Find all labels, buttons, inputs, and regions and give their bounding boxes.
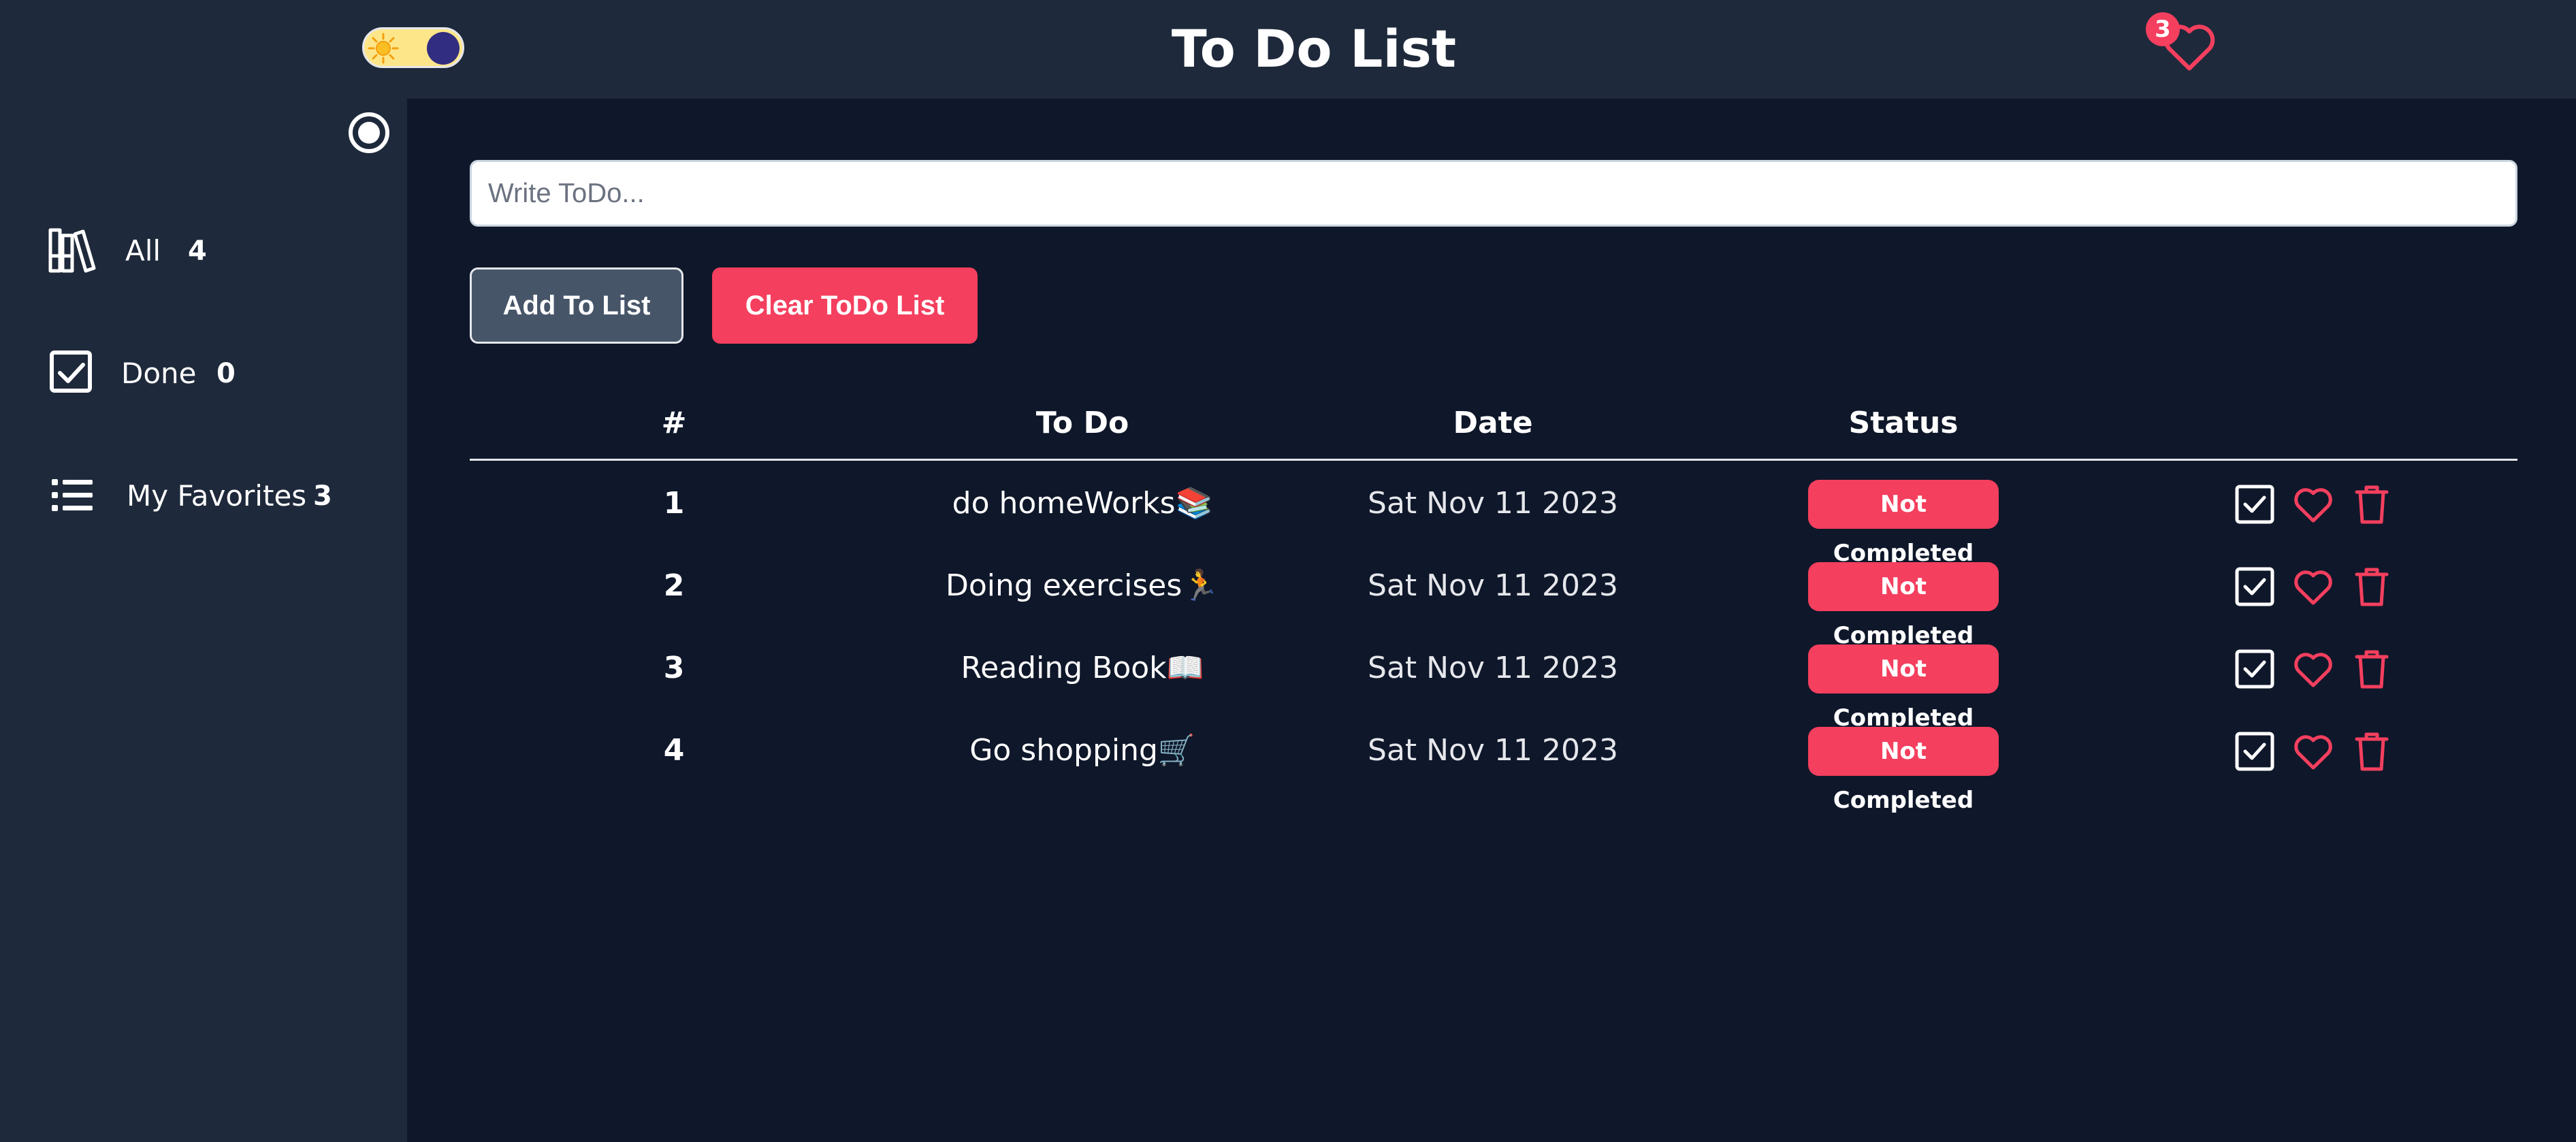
table-header-divider: [470, 459, 2517, 461]
status-badge: Not Completed: [1808, 727, 1999, 814]
todo-date: Sat Nov 11 2023: [1368, 486, 1618, 521]
favorite-heart-icon[interactable]: [2290, 564, 2336, 610]
mark-done-checkbox-icon[interactable]: [2232, 564, 2278, 610]
mark-done-checkbox-icon[interactable]: [2232, 481, 2278, 527]
sidebar-item-count: 0: [216, 358, 236, 389]
column-header-status: Status: [1848, 406, 1959, 440]
clear-todo-list-button[interactable]: Clear ToDo List: [712, 267, 978, 344]
mark-done-checkbox-icon[interactable]: [2232, 646, 2278, 692]
favorites-count-badge: 3: [2146, 12, 2180, 46]
trash-icon[interactable]: [2349, 564, 2395, 610]
trash-icon[interactable]: [2349, 481, 2395, 527]
todo-text: Go shopping🛒: [969, 733, 1195, 768]
favorite-heart-icon[interactable]: [2290, 646, 2336, 692]
todo-input[interactable]: [470, 160, 2517, 227]
favorite-heart-icon[interactable]: [2290, 481, 2336, 527]
column-header-number: #: [661, 406, 687, 440]
status-badge: Not Completed: [1808, 562, 1999, 649]
table-row: 2 Doing exercises🏃 Sat Nov 11 2023 Not C…: [0, 549, 2576, 649]
todo-number: 3: [663, 651, 685, 685]
sidebar-item-all[interactable]: All 4: [48, 219, 388, 280]
column-header-todo: To Do: [1035, 406, 1129, 440]
todo-number: 4: [663, 733, 685, 768]
table-row: 1 do homeWorks📚 Sat Nov 11 2023 Not Comp…: [0, 466, 2576, 567]
mark-done-checkbox-icon[interactable]: [2232, 728, 2278, 774]
trash-icon[interactable]: [2349, 728, 2395, 774]
todo-number: 1: [663, 486, 685, 521]
sidebar-item-label: Done: [121, 357, 197, 390]
column-header-date: Date: [1453, 406, 1533, 440]
todo-text: Reading Book📖: [961, 651, 1204, 685]
add-to-list-button[interactable]: Add To List: [470, 267, 683, 344]
sidebar-item-count: 4: [188, 235, 207, 267]
checkbox-icon: [50, 350, 92, 393]
app-header: To Do List 3: [0, 0, 2576, 99]
status-badge: Not Completed: [1808, 645, 1999, 732]
sidebar-toggle-icon[interactable]: [347, 111, 391, 154]
table-row: 4 Go shopping🛒 Sat Nov 11 2023 Not Compl…: [0, 713, 2576, 814]
trash-icon[interactable]: [2349, 646, 2395, 692]
sidebar-item-label: All: [125, 234, 161, 267]
sidebar-item-done[interactable]: Done 0: [48, 342, 388, 403]
todo-date: Sat Nov 11 2023: [1368, 568, 1618, 603]
status-badge: Not Completed: [1808, 480, 1999, 567]
todo-text: Doing exercises🏃: [945, 568, 1220, 603]
books-icon: [48, 228, 96, 273]
todo-text: do homeWorks📚: [952, 486, 1213, 521]
todo-date: Sat Nov 11 2023: [1368, 733, 1618, 768]
todo-number: 2: [663, 568, 685, 603]
favorite-heart-icon[interactable]: [2290, 728, 2336, 774]
table-row: 3 Reading Book📖 Sat Nov 11 2023 Not Comp…: [0, 631, 2576, 732]
todo-date: Sat Nov 11 2023: [1368, 651, 1618, 685]
